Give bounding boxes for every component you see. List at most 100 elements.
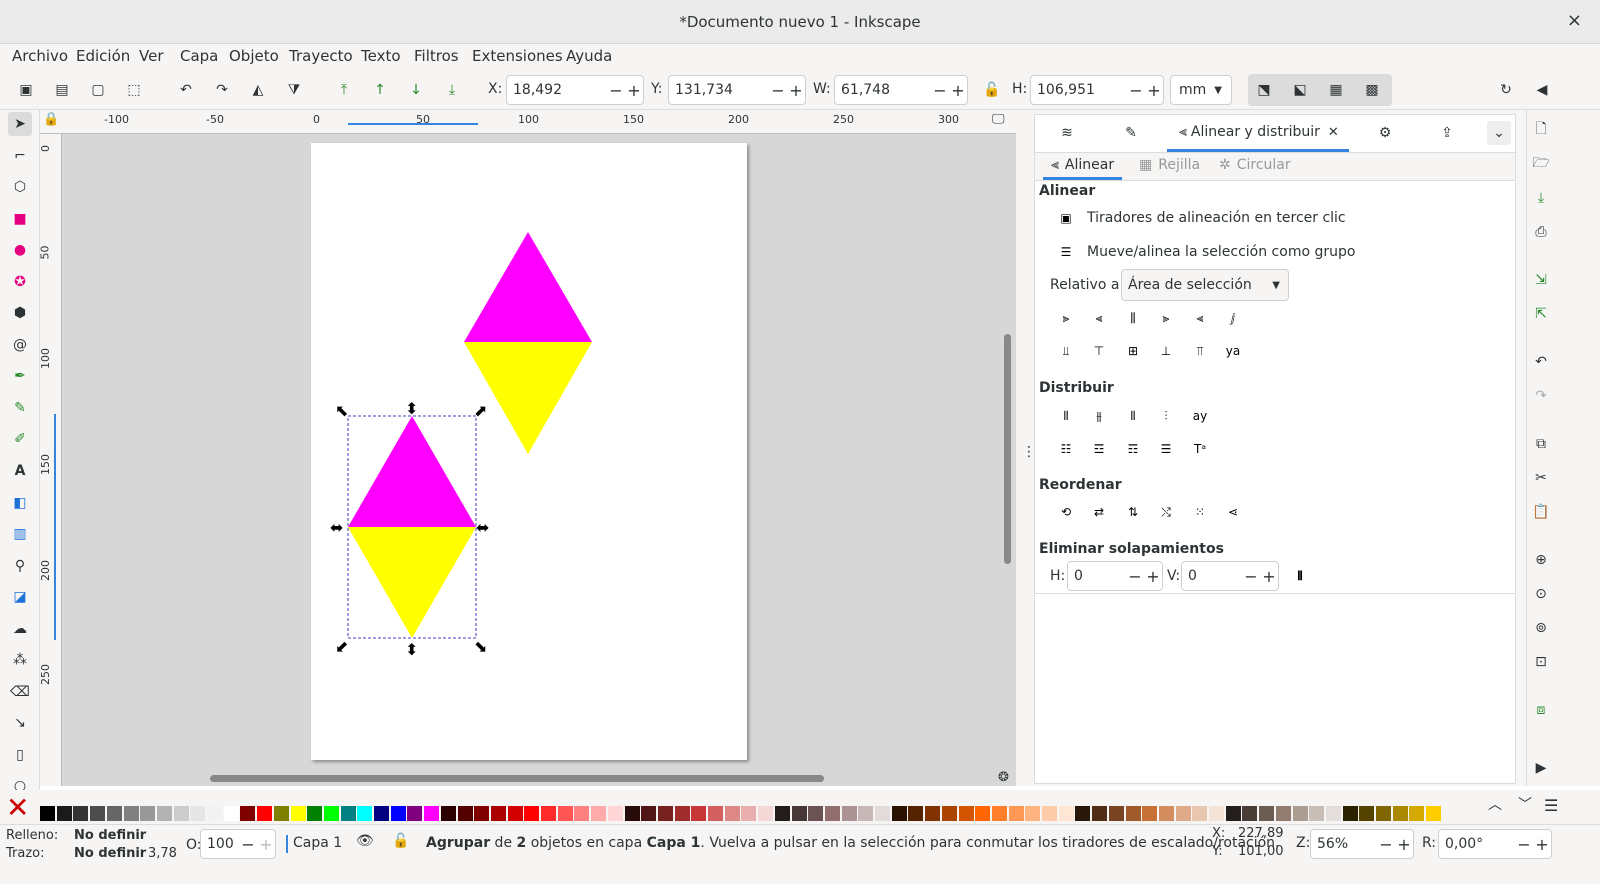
spray-tool-icon[interactable]: ☁ [8, 617, 32, 641]
overlap-v-field[interactable]: 0 − + [1181, 561, 1279, 591]
no-paint-icon[interactable]: ✕ [6, 794, 29, 822]
center-horizontal-axis-icon[interactable]: ⊞ [1122, 340, 1144, 362]
3d-box-tool-icon[interactable]: ⬢ [8, 301, 32, 325]
selector-tool-icon[interactable]: ➤ [8, 112, 32, 136]
color-swatch[interactable] [273, 806, 289, 821]
align-left-to-right-icon[interactable]: ⫷ [1189, 307, 1211, 329]
fill-value[interactable]: No definir [74, 828, 146, 843]
zoom-plus-button[interactable]: + [1395, 835, 1413, 854]
overlap-v-plus-button[interactable]: + [1260, 567, 1278, 586]
align-right-to-left-icon[interactable]: ⫸ [1055, 307, 1077, 329]
open-document-icon[interactable]: 🗁 [1529, 152, 1553, 176]
color-swatch[interactable] [875, 806, 890, 821]
color-swatch[interactable] [507, 806, 523, 821]
color-swatch[interactable] [574, 806, 590, 821]
w-minus-button[interactable]: − [931, 81, 949, 100]
color-swatch[interactable] [1108, 806, 1124, 821]
current-layer[interactable]: Capa 1 [293, 835, 342, 851]
distribute-right-icon[interactable]: ⫴ [1122, 405, 1144, 427]
move-gradients-icon[interactable]: ▦ [1324, 78, 1348, 102]
color-swatch[interactable] [106, 806, 122, 821]
x-plus-button[interactable]: + [625, 81, 643, 100]
color-swatch[interactable] [407, 806, 423, 821]
lock-ratio-icon[interactable]: 🔓 [980, 78, 1004, 102]
rotation-plus-button[interactable]: + [1533, 835, 1551, 854]
color-swatch[interactable] [557, 806, 573, 821]
color-management-icon[interactable]: ❂ [998, 770, 1009, 785]
color-swatch[interactable] [1125, 806, 1141, 821]
color-swatch[interactable] [1092, 806, 1108, 821]
color-swatch[interactable] [56, 806, 72, 821]
color-swatch[interactable] [1025, 806, 1041, 821]
color-swatch[interactable] [1075, 806, 1091, 821]
flip-vertical-icon[interactable]: ⧩ [282, 78, 306, 102]
rotate-cw-icon[interactable]: ↷ [210, 78, 234, 102]
distribute-baselines-h-icon[interactable]: ay [1189, 405, 1211, 427]
color-swatch[interactable] [1058, 806, 1074, 821]
move-as-group-icon[interactable]: ☰ [1055, 241, 1077, 263]
align-text-anchors-icon[interactable]: ⅉ [1222, 307, 1244, 329]
color-swatch[interactable] [474, 806, 490, 821]
stroke-value[interactable]: No definir [74, 846, 146, 861]
align-left-edges-icon[interactable]: ⫷ [1088, 307, 1110, 329]
lower-triangle-magenta[interactable] [348, 416, 476, 527]
color-swatch[interactable] [908, 806, 924, 821]
raise-to-top-icon[interactable]: ⤒ [332, 78, 356, 102]
raise-icon[interactable]: ↑ [368, 78, 392, 102]
distribute-center-h-icon[interactable]: ⫵ [1088, 405, 1110, 427]
color-swatch[interactable] [841, 806, 857, 821]
palette-scroll-up-icon[interactable]: ︿ [1488, 794, 1502, 814]
copy-icon[interactable]: ⧉ [1529, 432, 1553, 456]
color-swatch[interactable] [891, 806, 907, 821]
randomize-icon[interactable]: ⤭ [1155, 501, 1177, 523]
color-swatch[interactable] [624, 806, 640, 821]
fill-stroke-tab-icon[interactable]: ✎ [1119, 121, 1143, 145]
rectangle-tool-icon[interactable]: ■ [8, 207, 32, 231]
subtab-circular[interactable]: ✲ Circular [1219, 157, 1291, 173]
h-value[interactable]: 106,951 [1031, 82, 1127, 98]
redo-icon[interactable]: ↷ [1529, 384, 1553, 408]
menu-edicion[interactable]: Edición [76, 47, 130, 65]
export-tab-icon[interactable]: ⇪ [1435, 121, 1459, 145]
dropper-tool-icon[interactable]: ⚲ [8, 554, 32, 578]
upper-triangle-magenta[interactable] [464, 232, 592, 342]
color-swatch[interactable] [1192, 806, 1208, 821]
opacity-minus-button[interactable]: − [239, 835, 257, 854]
align-top-to-bottom-icon[interactable]: ⫪ [1189, 340, 1211, 362]
star-tool-icon[interactable]: ✪ [8, 270, 32, 294]
lock-icon[interactable]: 🔓 [392, 833, 409, 849]
color-swatch[interactable] [190, 806, 206, 821]
unit-select[interactable]: mm ▼ [1170, 75, 1232, 105]
distribute-center-v-icon[interactable]: ☲ [1088, 438, 1110, 460]
color-swatch[interactable] [941, 806, 957, 821]
undo-icon[interactable]: ↶ [1529, 350, 1553, 374]
distribute-top-icon[interactable]: ☷ [1055, 438, 1077, 460]
select-all-layers-icon[interactable]: ▤ [50, 78, 74, 102]
color-swatch[interactable] [1409, 806, 1425, 821]
distribute-gaps-v-icon[interactable]: ☰ [1155, 438, 1177, 460]
color-swatch[interactable] [90, 806, 106, 821]
color-swatch[interactable] [1309, 806, 1325, 821]
print-icon[interactable]: ⎙ [1529, 220, 1553, 244]
rotation-value[interactable]: 0,00° [1439, 836, 1515, 852]
bezier-tool-icon[interactable]: ✒ [8, 364, 32, 388]
color-swatch[interactable] [440, 806, 456, 821]
align-baselines-icon[interactable]: ya [1222, 340, 1244, 362]
color-swatch[interactable] [374, 806, 389, 821]
mesh-tool-icon[interactable]: ▥ [8, 522, 32, 546]
snap-toggle-icon[interactable]: ↻ [1494, 78, 1518, 102]
more-tabs-icon[interactable]: ⌄ [1487, 121, 1511, 145]
color-swatch[interactable] [1275, 806, 1291, 821]
lock-guides-icon[interactable]: 🔒 [43, 112, 59, 127]
select-all-icon[interactable]: ▣ [14, 78, 38, 102]
canvas[interactable]: ⬉ ⬍ ⬈ ⬌ ⬌ ⬋ ⬍ ⬊ ❂ [62, 134, 1016, 786]
color-swatch[interactable] [490, 806, 506, 821]
calligraphy-tool-icon[interactable]: ✐ [8, 427, 32, 451]
color-swatch[interactable] [1392, 806, 1408, 821]
color-swatch[interactable] [1008, 806, 1024, 821]
color-swatch[interactable] [541, 806, 556, 821]
color-swatch[interactable] [524, 806, 540, 821]
subtab-alinear[interactable]: ⫷ Alinear [1043, 153, 1123, 180]
zoom-width-icon[interactable]: ⊡ [1529, 650, 1553, 674]
text-tool-icon[interactable]: A [8, 459, 32, 483]
